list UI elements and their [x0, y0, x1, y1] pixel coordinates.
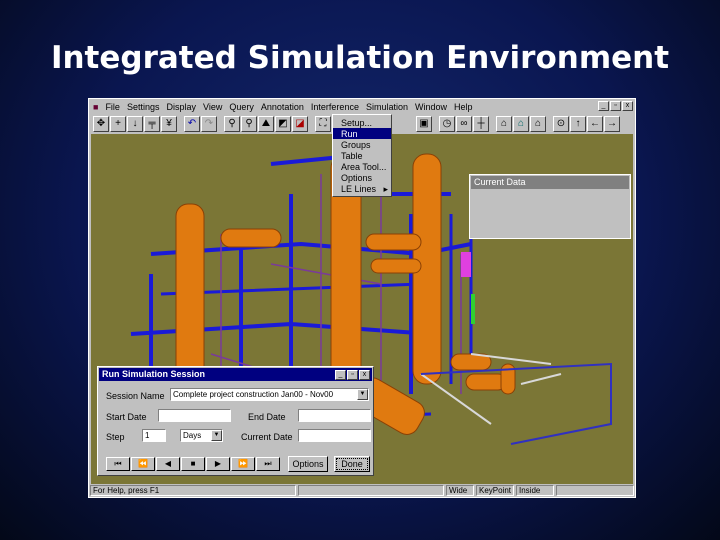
menu-item-groups[interactable]: Groups — [333, 139, 391, 150]
status-extra — [556, 485, 634, 496]
menu-interference[interactable]: Interference — [311, 102, 359, 112]
first-button[interactable]: ⏮ — [106, 457, 130, 471]
rotate-icon[interactable]: ¥ — [161, 116, 177, 132]
start-date-input[interactable] — [158, 409, 231, 422]
chevron-down-icon[interactable]: ▼ — [357, 389, 368, 400]
menu-display[interactable]: Display — [166, 102, 196, 112]
menu-query[interactable]: Query — [229, 102, 254, 112]
fast-forward-button[interactable]: ⏩ — [231, 457, 255, 471]
app-icon: ■ — [93, 101, 99, 112]
app-window: ■ File Settings Display View Query Annot… — [88, 98, 636, 498]
menu-window[interactable]: Window — [415, 102, 447, 112]
walk-icon[interactable]: ⛰ — [258, 116, 274, 132]
status-keypoint: KeyPoint — [476, 485, 514, 496]
menu-view[interactable]: View — [203, 102, 222, 112]
pan-icon[interactable]: + — [110, 116, 126, 132]
render-icon[interactable]: ◪ — [292, 116, 308, 132]
status-help: For Help, press F1 — [90, 485, 296, 496]
zoom-out-icon[interactable]: ⚲ — [241, 116, 257, 132]
current-data-title: Current Data — [471, 176, 629, 189]
start-date-label: Start Date — [106, 412, 147, 422]
dialog-title: Run Simulation Session — [99, 368, 372, 381]
dialog-close-button[interactable]: x — [359, 370, 370, 380]
le-lines-label: LE Lines — [341, 184, 377, 194]
menu-item-setup[interactable]: Setup... — [333, 117, 391, 128]
object-select-icon[interactable]: ⌂ — [513, 116, 529, 132]
chevron-down-icon[interactable]: ▼ — [211, 430, 222, 441]
step-input[interactable]: 1 — [142, 429, 166, 442]
rewind-button[interactable]: ⏪ — [131, 457, 155, 471]
menu-item-area-tool[interactable]: Area Tool... — [333, 161, 391, 172]
current-date-input[interactable] — [298, 429, 371, 442]
play-button[interactable]: ▶ — [206, 457, 230, 471]
menubar: ■ File Settings Display View Query Annot… — [89, 99, 635, 114]
down-arrow-icon[interactable]: ↓ — [127, 116, 143, 132]
zoom-in-icon[interactable]: ⚲ — [224, 116, 240, 132]
step-unit-value: Days — [183, 431, 202, 440]
done-button[interactable]: Done — [334, 456, 370, 472]
right-arrow-icon[interactable]: → — [604, 116, 620, 132]
menu-settings[interactable]: Settings — [127, 102, 160, 112]
session-name-value: Complete project construction Jan00 - No… — [173, 390, 334, 399]
menu-item-options[interactable]: Options — [333, 172, 391, 183]
minimize-button[interactable]: _ — [598, 101, 609, 111]
fit-icon[interactable]: ⛶ — [315, 116, 331, 132]
last-button[interactable]: ⏭ — [256, 457, 280, 471]
status-bar: For Help, press F1 Wide KeyPoint Inside — [89, 484, 635, 497]
crosshair-icon[interactable]: ┼ — [473, 116, 489, 132]
up-arrow-icon[interactable]: ↑ — [570, 116, 586, 132]
dialog-maximize-button[interactable]: ▫ — [347, 370, 358, 380]
menu-annotation[interactable]: Annotation — [261, 102, 304, 112]
object-icon[interactable]: ⌂ — [496, 116, 512, 132]
end-date-input[interactable] — [298, 409, 371, 422]
menu-item-run[interactable]: Run — [333, 128, 391, 139]
step-label: Step — [106, 432, 125, 442]
current-data-panel: Current Data — [469, 174, 631, 239]
object-list-icon[interactable]: ⌂ — [530, 116, 546, 132]
structure-icon[interactable]: ╤ — [144, 116, 160, 132]
run-simulation-dialog: Run Simulation Session _ ▫ x Session Nam… — [97, 366, 374, 476]
left-arrow-icon[interactable]: ← — [587, 116, 603, 132]
camera-icon[interactable]: ▣ — [416, 116, 432, 132]
simulation-menu: Setup... Run Groups Table Area Tool... O… — [332, 114, 392, 197]
view-icon[interactable]: ◩ — [275, 116, 291, 132]
submenu-arrow-icon: ▸ — [383, 184, 388, 194]
menu-item-le-lines[interactable]: LE Lines ▸ — [333, 183, 391, 194]
menu-file[interactable]: File — [105, 102, 120, 112]
clock-icon[interactable]: ◷ — [439, 116, 455, 132]
current-date-label: Current Date — [241, 432, 293, 442]
status-mode: Wide — [446, 485, 474, 496]
status-empty — [298, 485, 444, 496]
menu-simulation[interactable]: Simulation — [366, 102, 408, 112]
center-icon[interactable]: ⊙ — [553, 116, 569, 132]
options-button[interactable]: Options — [288, 456, 328, 472]
slide-title: Integrated Simulation Environment — [50, 40, 670, 76]
menu-item-table[interactable]: Table — [333, 150, 391, 161]
binoculars-icon[interactable]: ∞ — [456, 116, 472, 132]
redo-icon[interactable]: ↷ — [201, 116, 217, 132]
session-name-label: Session Name — [106, 391, 165, 401]
step-back-button[interactable]: ◀ — [156, 457, 180, 471]
maximize-button[interactable]: ▫ — [610, 101, 621, 111]
step-unit-select[interactable]: Days ▼ — [180, 429, 223, 442]
session-name-select[interactable]: Complete project construction Jan00 - No… — [170, 388, 369, 401]
undo-icon[interactable]: ↶ — [184, 116, 200, 132]
menu-help[interactable]: Help — [454, 102, 473, 112]
close-button[interactable]: x — [622, 101, 633, 111]
dialog-minimize-button[interactable]: _ — [335, 370, 346, 380]
stop-button[interactable]: ■ — [181, 457, 205, 471]
move-icon[interactable]: ✥ — [93, 116, 109, 132]
end-date-label: End Date — [248, 412, 286, 422]
status-scale: Inside — [516, 485, 554, 496]
